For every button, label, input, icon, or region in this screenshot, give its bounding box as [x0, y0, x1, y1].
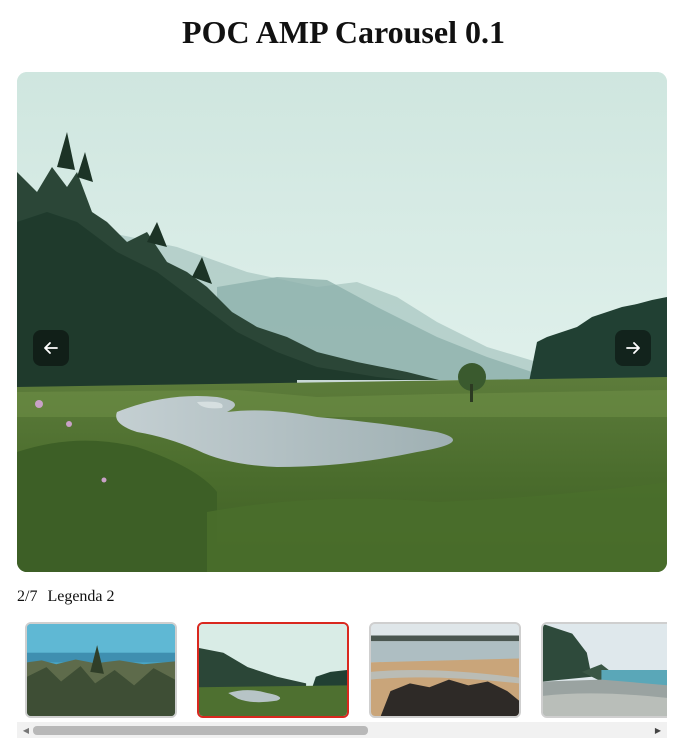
- thumbnail-4[interactable]: [541, 622, 667, 718]
- scroll-left-icon[interactable]: ◀: [19, 722, 33, 738]
- thumbnail-2-selected[interactable]: [197, 622, 349, 718]
- thumbnail-image-forest-lake: [27, 624, 175, 716]
- carousel-main-slide[interactable]: [17, 72, 667, 572]
- arrow-right-icon: [626, 342, 640, 354]
- slide-image-meadow-river: [17, 72, 667, 572]
- thumbnail-image-pebble-shore: [543, 624, 667, 716]
- thumbnail-strip[interactable]: [17, 620, 667, 722]
- thumbnail-image-beach-rocks: [371, 624, 519, 716]
- arrow-left-icon: [44, 342, 58, 354]
- previous-slide-button[interactable]: [33, 330, 69, 366]
- thumbnail-image-meadow-river: [199, 624, 347, 716]
- scroll-right-icon[interactable]: ▶: [651, 722, 665, 738]
- thumbnail-1[interactable]: [25, 622, 177, 718]
- thumbnail-scrollbar[interactable]: ◀ ▶: [17, 722, 667, 738]
- thumbnail-3[interactable]: [369, 622, 521, 718]
- slide-counter: 2/7: [17, 588, 38, 605]
- slide-caption: Legenda 2: [47, 588, 115, 605]
- next-slide-button[interactable]: [615, 330, 651, 366]
- scrollbar-thumb[interactable]: [33, 726, 368, 735]
- page-title: POC AMP Carousel 0.1: [182, 14, 505, 50]
- slide-caption-row: 2/7 Legenda 2: [17, 587, 115, 607]
